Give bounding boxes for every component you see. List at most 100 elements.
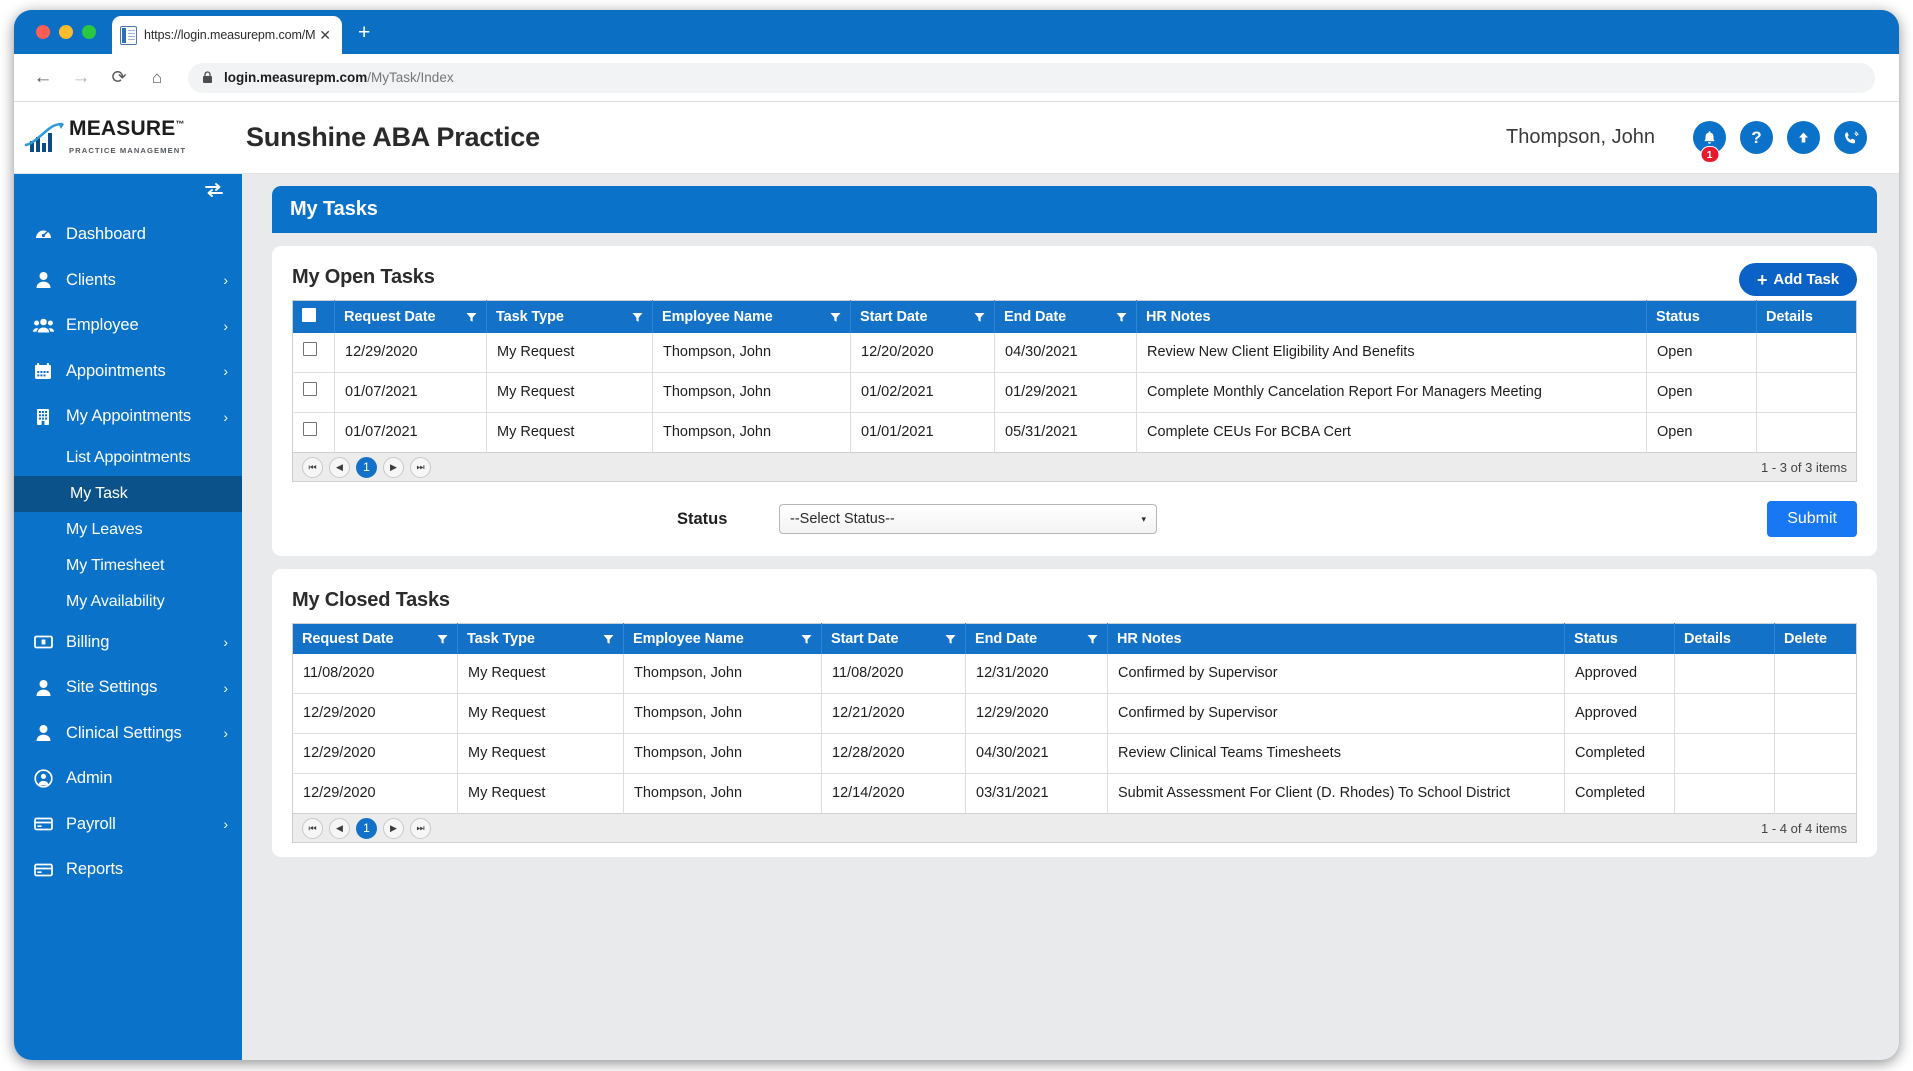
filter-icon[interactable] — [801, 634, 812, 645]
phone-call-icon[interactable] — [1834, 121, 1867, 154]
bell-icon[interactable]: 1 — [1693, 121, 1726, 163]
table-row[interactable]: 12/29/2020 My Request Thompson, John 12/… — [292, 693, 1857, 734]
pager-page-1-button[interactable]: 1 — [356, 817, 377, 839]
upload-icon[interactable] — [1787, 121, 1820, 154]
new-tab-button[interactable]: + — [358, 22, 370, 43]
column-hr-notes[interactable]: HR Notes — [1107, 623, 1565, 655]
pager-first-button[interactable]: ⏮ — [302, 817, 323, 839]
pager-next-button[interactable]: ▶ — [383, 456, 404, 478]
column-details[interactable]: Details — [1674, 623, 1775, 655]
sidebar-item-my-appointments[interactable]: My Appointments › — [14, 394, 242, 440]
sidebar-subitem-list-appointments[interactable]: List Appointments — [14, 440, 242, 476]
cell-details[interactable] — [1674, 693, 1775, 734]
sidebar-item-employee[interactable]: Employee › — [14, 303, 242, 349]
cell-details[interactable] — [1756, 412, 1857, 453]
column-start-date[interactable]: Start Date — [821, 623, 966, 655]
browser-tab[interactable]: https://login.measurepm.com/M ✕ — [112, 16, 342, 54]
column-employee-name[interactable]: Employee Name — [652, 300, 851, 333]
filter-icon[interactable] — [632, 312, 643, 323]
column-end-date[interactable]: End Date — [994, 300, 1137, 333]
pager-next-button[interactable]: ▶ — [383, 817, 404, 839]
select-all-checkbox[interactable] — [302, 308, 316, 322]
pager-prev-button[interactable]: ◀ — [329, 817, 350, 839]
column-start-date[interactable]: Start Date — [850, 300, 995, 333]
row-select-checkbox[interactable] — [303, 382, 317, 397]
sidebar-item-appointments[interactable]: Appointments › — [14, 349, 242, 395]
cell-details[interactable] — [1756, 372, 1857, 413]
sidebar-item-clients[interactable]: Clients › — [14, 258, 242, 304]
sidebar-item-dashboard[interactable]: Dashboard — [14, 212, 242, 258]
row-select-checkbox[interactable] — [303, 342, 317, 356]
cell-details[interactable] — [1757, 333, 1857, 373]
column-delete[interactable]: Delete — [1774, 623, 1857, 655]
sidebar-subitem-my-leaves[interactable]: My Leaves — [14, 512, 242, 548]
pager-page-1-button[interactable]: 1 — [356, 456, 377, 478]
filter-icon[interactable] — [1087, 634, 1098, 645]
help-icon[interactable]: ? — [1740, 121, 1773, 154]
filter-icon[interactable] — [945, 634, 956, 645]
table-row[interactable]: 11/08/2020 My Request Thompson, John 11/… — [292, 654, 1857, 694]
cell-delete[interactable] — [1774, 693, 1857, 734]
user-name[interactable]: Thompson, John — [1506, 126, 1655, 149]
minimize-window-button[interactable] — [59, 25, 73, 39]
sidebar-item-payroll[interactable]: Payroll › — [14, 802, 242, 848]
column-request-date[interactable]: Request Date — [334, 300, 487, 333]
collapse-sidebar-icon[interactable] — [204, 182, 224, 203]
close-window-button[interactable] — [36, 25, 50, 39]
column-hr-notes[interactable]: HR Notes — [1136, 300, 1647, 333]
cell-request-date: 12/29/2020 — [292, 693, 458, 734]
cell-details[interactable] — [1674, 773, 1775, 814]
pager-first-button[interactable]: ⏮ — [302, 456, 323, 478]
reload-icon[interactable]: ⟳ — [104, 63, 134, 93]
cell-delete[interactable] — [1774, 733, 1857, 774]
filter-icon[interactable] — [1116, 312, 1127, 323]
back-icon[interactable]: ← — [28, 63, 58, 93]
sidebar-item-billing[interactable]: Billing › — [14, 620, 242, 666]
row-select-checkbox[interactable] — [303, 422, 317, 437]
submit-button[interactable]: Submit — [1767, 501, 1857, 538]
filter-icon[interactable] — [974, 312, 985, 323]
brand-logo[interactable]: MEASURE™ PRACTICE MANAGEMENT — [24, 114, 192, 162]
sidebar-item-clinical-settings[interactable]: Clinical Settings › — [14, 711, 242, 757]
status-select[interactable]: --Select Status-- ▾ — [779, 504, 1157, 535]
tab-title: https://login.measurepm.com/M — [144, 28, 316, 42]
cell-details[interactable] — [1674, 733, 1775, 774]
cell-details[interactable] — [1674, 654, 1775, 694]
sidebar-subitem-my-task[interactable]: My Task — [14, 475, 242, 512]
column-task-type[interactable]: Task Type — [486, 300, 653, 333]
filter-icon[interactable] — [603, 634, 614, 645]
column-employee-name[interactable]: Employee Name — [623, 623, 822, 655]
table-row[interactable]: 01/07/2021 My Request Thompson, John 01/… — [292, 412, 1857, 453]
cell-delete[interactable] — [1775, 654, 1857, 694]
closed-tasks-title: My Closed Tasks — [292, 589, 450, 612]
table-row[interactable]: 12/29/2020 My Request Thompson, John 12/… — [292, 773, 1857, 814]
pager-last-button[interactable]: ⏭ — [410, 817, 431, 839]
sidebar-subitem-my-availability[interactable]: My Availability — [14, 584, 242, 620]
filter-icon[interactable] — [466, 312, 477, 323]
sidebar-item-admin[interactable]: Admin — [14, 756, 242, 802]
filter-icon[interactable] — [437, 634, 448, 645]
column-request-date[interactable]: Request Date — [292, 623, 458, 655]
table-row[interactable]: 12/29/2020 My Request Thompson, John 12/… — [292, 333, 1857, 373]
column-status[interactable]: Status — [1646, 300, 1757, 333]
table-row[interactable]: 12/29/2020 My Request Thompson, John 12/… — [292, 733, 1857, 774]
home-icon[interactable]: ⌂ — [142, 63, 172, 93]
column-details[interactable]: Details — [1756, 300, 1857, 333]
sidebar-item-site-settings[interactable]: Site Settings › — [14, 665, 242, 711]
closed-tasks-pager: ⏮ ◀ 1 ▶ ⏭ 1 - 4 of 4 items — [292, 814, 1857, 844]
add-task-button[interactable]: + Add Task — [1738, 263, 1857, 296]
table-row[interactable]: 01/07/2021 My Request Thompson, John 01/… — [292, 372, 1857, 413]
pager-prev-button[interactable]: ◀ — [329, 456, 350, 478]
sidebar-item-reports[interactable]: Reports — [14, 847, 242, 893]
address-bar[interactable]: login.measurepm.com/MyTask/Index — [188, 62, 1875, 93]
forward-icon[interactable]: → — [66, 63, 96, 93]
column-task-type[interactable]: Task Type — [457, 623, 624, 655]
sidebar-subitem-my-timesheet[interactable]: My Timesheet — [14, 548, 242, 584]
pager-last-button[interactable]: ⏭ — [410, 456, 431, 478]
close-icon[interactable]: ✕ — [316, 28, 334, 42]
column-status[interactable]: Status — [1564, 623, 1675, 655]
maximize-window-button[interactable] — [82, 25, 96, 39]
cell-delete[interactable] — [1774, 773, 1857, 814]
filter-icon[interactable] — [830, 312, 841, 323]
column-end-date[interactable]: End Date — [965, 623, 1108, 655]
